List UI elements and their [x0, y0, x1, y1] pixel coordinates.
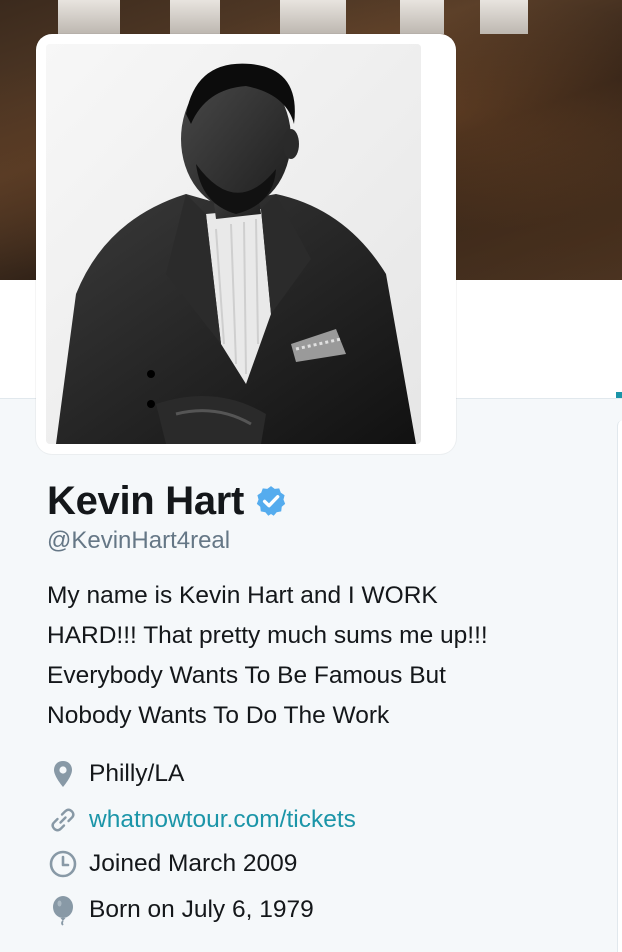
verified-badge-icon[interactable]: [254, 484, 288, 518]
profile-display-name[interactable]: Kevin Hart: [47, 479, 244, 524]
profile-joined-date: Joined March 2009: [89, 850, 298, 877]
location-pin-icon: [47, 758, 79, 790]
profile-location-row: Philly/LA: [47, 757, 184, 791]
bio-line: HARD!!! That pretty much sums me up!!!: [47, 622, 488, 649]
calendar-clock-icon: [47, 848, 79, 880]
profile-joined-row: Joined March 2009: [47, 847, 297, 881]
profile-avatar[interactable]: [36, 34, 456, 454]
banner-lettering: [30, 0, 550, 34]
profile-born-row: Born on July 6, 1979: [47, 893, 314, 927]
profile-website-link[interactable]: whatnowtour.com/tickets: [89, 806, 356, 834]
bio-line: Nobody Wants To Do The Work: [47, 702, 390, 729]
avatar-portrait-image: [46, 44, 421, 444]
profile-website-row: whatnowtour.com/tickets: [47, 803, 356, 837]
profile-location: Philly/LA: [89, 760, 185, 787]
balloon-icon: [47, 894, 79, 926]
bio-line: Everybody Wants To Be Famous But: [47, 662, 446, 689]
profile-birthdate: Born on July 6, 1979: [89, 896, 314, 923]
link-icon: [47, 804, 79, 836]
side-panel-edge: [617, 420, 622, 952]
bio-line: My name is Kevin Hart and I WORK: [47, 582, 438, 609]
profile-name-row: Kevin Hart: [47, 476, 288, 526]
nav-active-indicator: [616, 392, 622, 398]
profile-handle[interactable]: @KevinHart4real: [47, 527, 230, 555]
profile-bio: My name is Kevin Hart and I WORK HARD!!!…: [47, 576, 587, 736]
avatar-photo: [46, 44, 421, 444]
